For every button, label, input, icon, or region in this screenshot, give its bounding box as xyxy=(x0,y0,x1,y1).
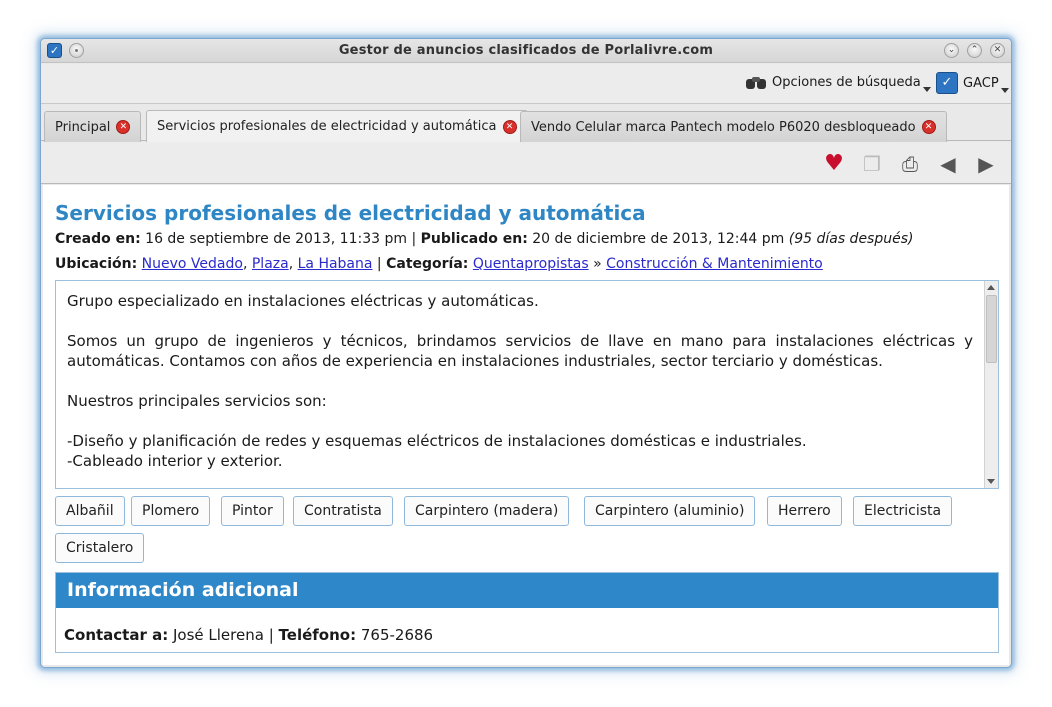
copy-icon[interactable]: ❐ xyxy=(860,152,884,176)
additional-info-panel: Información adicional Contactar a: José … xyxy=(55,572,999,653)
tab-label: Servicios profesionales de electricidad … xyxy=(157,119,497,134)
description-paragraph: Grupo especializado en instalaciones elé… xyxy=(67,292,539,310)
window-title: Gestor de anuncios clasificados de Porla… xyxy=(338,43,714,58)
ad-content: Servicios profesionales de electricidad … xyxy=(43,185,1009,665)
category-label: Categoría: xyxy=(386,256,469,272)
checkbox-app-icon: ✓ xyxy=(936,72,958,94)
print-icon[interactable]: ⎙ xyxy=(898,152,922,176)
tab-servicios[interactable]: Servicios profesionales de electricidad … xyxy=(146,110,528,142)
close-window-button[interactable]: ✕ xyxy=(990,43,1005,58)
phone-label: Teléfono: xyxy=(278,626,357,644)
contact-label: Contactar a: xyxy=(64,626,169,644)
tab-principal[interactable]: Principal ✕ xyxy=(44,111,142,142)
user-menu-button[interactable]: ✓ GACP xyxy=(936,72,1009,94)
scroll-up-arrow-icon[interactable] xyxy=(987,285,995,290)
ad-location-category: Ubicación: Nuevo Vedado, Plaza, La Haban… xyxy=(55,256,823,272)
tag-button-carpintero-aluminio[interactable]: Carpintero (aluminio) xyxy=(584,496,756,526)
scrollbar-thumb[interactable] xyxy=(986,295,997,363)
close-tab-icon[interactable]: ✕ xyxy=(116,120,131,134)
tag-button-electricista[interactable]: Electricista xyxy=(853,496,953,526)
ad-dates: Creado en: 16 de septiembre de 2013, 11:… xyxy=(55,231,914,247)
main-toolbar: Opciones de búsqueda ✓ GACP xyxy=(41,64,1011,104)
search-options-label: Opciones de búsqueda xyxy=(772,75,921,90)
tag-button-contratista[interactable]: Contratista xyxy=(293,496,393,526)
user-menu-label: GACP xyxy=(963,75,999,91)
search-options-button[interactable]: Opciones de búsqueda xyxy=(745,75,931,92)
next-arrow-icon[interactable]: ▶ xyxy=(974,152,998,176)
tab-vendo-celular[interactable]: Vendo Celular marca Pantech modelo P6020… xyxy=(520,111,947,142)
contact-line: Contactar a: José Llerena | Teléfono: 76… xyxy=(64,626,434,644)
published-value: 20 de diciembre de 2013, 12:44 pm xyxy=(532,231,785,247)
tab-label: Principal xyxy=(55,119,111,135)
description-text: Grupo especializado en instalaciones elé… xyxy=(67,291,973,488)
app-window: ✓ Gestor de anuncios clasificados de Por… xyxy=(40,38,1012,668)
tab-label: Vendo Celular marca Pantech modelo P6020… xyxy=(531,119,916,135)
tag-button-plomero[interactable]: Plomero xyxy=(131,496,211,526)
close-tab-icon[interactable]: ✕ xyxy=(921,120,936,134)
favorite-heart-icon[interactable]: ♥ xyxy=(822,152,846,176)
location-label: Ubicación: xyxy=(55,256,138,272)
additional-info-heading: Información adicional xyxy=(56,573,998,608)
tag-button-herrero[interactable]: Herrero xyxy=(767,496,842,526)
close-tab-icon[interactable]: ✕ xyxy=(502,119,517,134)
category-link-child[interactable]: Construcción & Mantenimiento xyxy=(606,256,823,272)
tab-bar: Principal ✕ Servicios profesionales de e… xyxy=(41,110,1011,142)
dropdown-arrow-icon xyxy=(1000,87,1009,93)
category-link-parent[interactable]: Quentapropistas xyxy=(473,256,589,272)
created-value: 16 de septiembre de 2013, 11:33 pm xyxy=(145,231,407,247)
contact-name: José Llerena xyxy=(173,626,264,644)
phone-number: 765-2686 xyxy=(360,626,434,644)
description-scrollbar[interactable] xyxy=(984,281,998,488)
location-link-neighborhood[interactable]: Nuevo Vedado xyxy=(142,256,243,272)
tag-button-cristalero[interactable]: Cristalero xyxy=(55,533,145,563)
tag-button-albanil[interactable]: Albañil xyxy=(55,496,125,526)
maximize-button[interactable]: ⌃ xyxy=(967,43,982,58)
tag-button-pintor[interactable]: Pintor xyxy=(221,496,284,526)
description-box[interactable]: Grupo especializado en instalaciones elé… xyxy=(55,280,999,489)
dropdown-arrow-icon xyxy=(922,87,931,92)
previous-arrow-icon[interactable]: ◀ xyxy=(936,152,960,176)
ad-title: Servicios profesionales de electricidad … xyxy=(55,201,646,225)
published-label: Publicado en: xyxy=(420,231,528,247)
minimize-button[interactable]: ⌄ xyxy=(944,43,959,58)
description-list-item: -Cableado interior y exterior. xyxy=(67,452,283,470)
created-label: Creado en: xyxy=(55,231,141,247)
action-bar: ♥ ❐ ⎙ ◀ ▶ xyxy=(41,142,1011,184)
published-note: (95 días después) xyxy=(788,231,914,247)
description-list-item: -Diseño y planificación de redes y esque… xyxy=(67,432,807,450)
tag-button-carpintero-madera[interactable]: Carpintero (madera) xyxy=(404,496,570,526)
binoculars-icon xyxy=(745,76,767,90)
description-paragraph: Somos un grupo de ingenieros y técnicos,… xyxy=(67,332,973,370)
title-bar: ✓ Gestor de anuncios clasificados de Por… xyxy=(41,39,1011,63)
description-paragraph: Nuestros principales servicios son: xyxy=(67,392,327,410)
scroll-down-arrow-icon[interactable] xyxy=(987,479,995,484)
location-link-province[interactable]: La Habana xyxy=(298,256,373,272)
location-link-municipality[interactable]: Plaza xyxy=(252,256,289,272)
